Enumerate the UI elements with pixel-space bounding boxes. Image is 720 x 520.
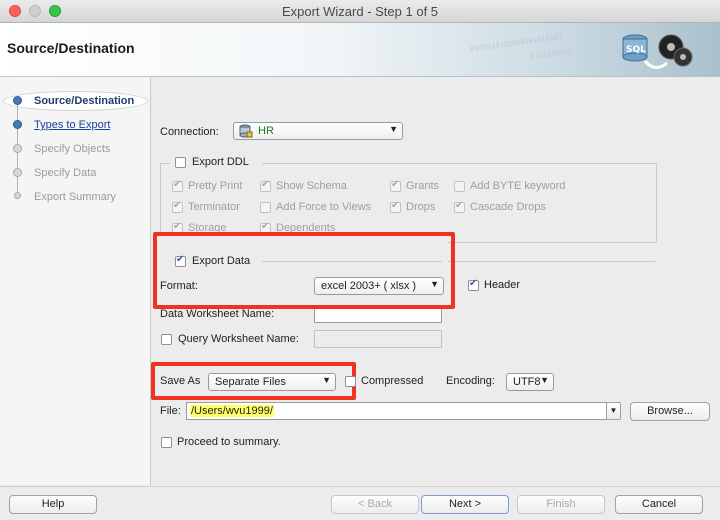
encoding-label: Encoding: <box>446 375 495 387</box>
show-schema-checkbox[interactable] <box>260 179 271 192</box>
footer-divider <box>0 486 720 487</box>
file-value: /Users/wvu1999/ <box>190 405 274 417</box>
grants-checkbox[interactable] <box>390 179 401 192</box>
grants-label: Grants <box>406 180 440 192</box>
chevron-down-icon: ▼ <box>389 124 398 134</box>
cascade-drops-checkbox[interactable] <box>454 200 465 213</box>
file-label: File: <box>160 405 181 417</box>
file-input[interactable]: /Users/wvu1999/ <box>186 402 607 420</box>
connection-value: HR <box>258 125 274 137</box>
export-data-highlight <box>153 232 455 309</box>
step-disabled-icon <box>13 168 22 177</box>
sql-export-logo-icon: SQL <box>622 34 693 69</box>
page-title: Source/Destination <box>7 40 135 56</box>
help-button[interactable]: Help <box>9 495 97 514</box>
terminator-label: Terminator <box>188 201 240 213</box>
query-worksheet-label: Query Worksheet Name: <box>178 333 299 345</box>
show-schema-label: Show Schema <box>276 180 347 192</box>
step-disabled-icon <box>14 192 21 199</box>
wizard-steps-sidebar <box>0 77 151 485</box>
back-button[interactable]: < Back <box>331 495 419 514</box>
header-banner: Source/Destination 010101010101010101010… <box>0 23 720 77</box>
step-export-summary: Export Summary <box>34 191 116 203</box>
add-force-to-views-checkbox[interactable] <box>260 202 271 213</box>
window-title: Export Wizard - Step 1 of 5 <box>281 4 439 19</box>
add-force-to-views-label: Add Force to Views <box>276 201 372 213</box>
drops-checkbox[interactable] <box>390 200 401 213</box>
compressed-checkbox[interactable] <box>345 376 356 387</box>
cascade-drops-label: Cascade Drops <box>470 201 546 213</box>
database-icon <box>239 124 253 138</box>
proceed-to-summary-checkbox[interactable] <box>161 437 172 448</box>
header-label: Header <box>484 279 521 291</box>
binary-decoration-2: 0101010101 <box>529 47 573 61</box>
cancel-button[interactable]: Cancel <box>615 495 703 514</box>
svg-text:SQL: SQL <box>626 45 646 55</box>
next-button[interactable]: Next > <box>421 495 509 514</box>
step-disabled-icon <box>13 144 22 153</box>
query-worksheet-checkbox[interactable] <box>161 334 172 345</box>
query-worksheet-input[interactable] <box>314 330 442 348</box>
connection-select[interactable]: HR ▼ <box>233 122 403 140</box>
finish-button[interactable]: Finish <box>517 495 605 514</box>
step-source-destination[interactable]: Source/Destination <box>34 95 134 107</box>
proceed-to-summary-label: Proceed to summary. <box>177 436 281 448</box>
add-byte-keyword-label: Add BYTE keyword <box>470 180 566 192</box>
pretty-print-checkbox[interactable] <box>172 179 183 192</box>
step-specify-data: Specify Data <box>34 167 97 179</box>
encoding-select[interactable]: UTF8 ▼ <box>506 373 554 391</box>
drops-label: Drops <box>406 201 436 213</box>
chevron-down-icon: ▼ <box>609 406 618 415</box>
file-history-dropdown[interactable]: ▼ <box>606 402 621 420</box>
step-link-icon <box>13 120 22 129</box>
export-ddl-label: Export DDL <box>192 156 249 168</box>
step-specify-objects: Specify Objects <box>34 143 111 155</box>
chevron-down-icon: ▼ <box>540 375 549 385</box>
connection-label: Connection: <box>160 126 219 138</box>
step-types-to-export[interactable]: Types to Export <box>34 119 110 131</box>
browse-button[interactable]: Browse... <box>630 402 710 421</box>
export-ddl-checkbox[interactable] <box>175 157 186 168</box>
save-as-highlight <box>151 362 356 400</box>
pretty-print-label: Pretty Print <box>188 180 243 192</box>
compressed-label: Compressed <box>361 375 424 387</box>
header-checkbox[interactable] <box>468 278 479 291</box>
step-active-icon <box>13 96 22 105</box>
add-byte-keyword-checkbox[interactable] <box>454 181 465 192</box>
title-bar: Export Wizard - Step 1 of 5 <box>0 0 720 23</box>
data-worksheet-label: Data Worksheet Name: <box>160 308 275 320</box>
encoding-value: UTF8 <box>513 376 541 388</box>
terminator-checkbox[interactable] <box>172 200 183 213</box>
